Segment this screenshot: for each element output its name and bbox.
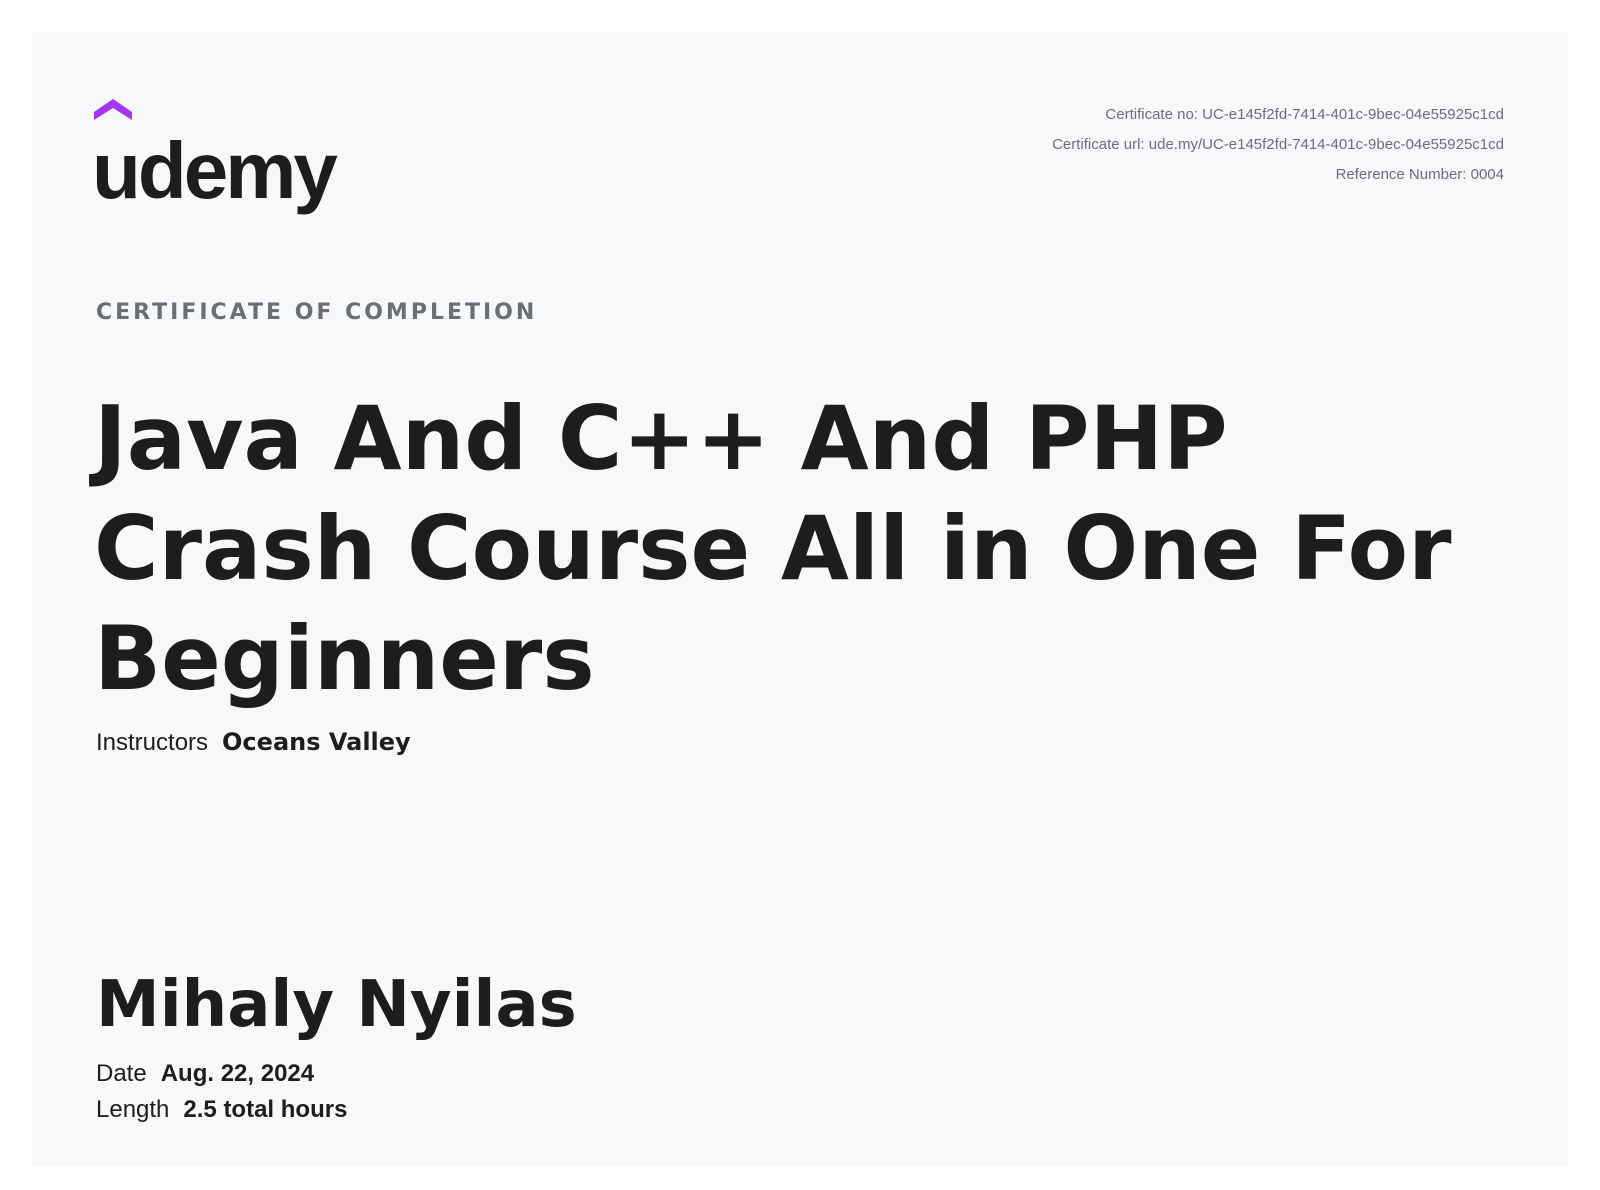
certificate-heading: CERTIFICATE OF COMPLETION <box>96 300 538 325</box>
date-row: Date Aug. 22, 2024 <box>96 1060 314 1088</box>
length-row: Length 2.5 total hours <box>96 1096 347 1124</box>
instructors-label: Instructors <box>96 729 209 756</box>
udemy-logo-icon: udemy <box>94 99 341 215</box>
certificate-card: udemy Certificate no: UC-e145f2fd-7414-4… <box>32 32 1568 1166</box>
reference-number: Reference Number: 0004 <box>1335 166 1504 183</box>
logo-wordmark: udemy <box>94 126 338 215</box>
udemy-logo: udemy <box>94 96 394 216</box>
length-value: 2.5 total hours <box>183 1096 348 1123</box>
length-label: Length <box>96 1096 170 1123</box>
course-title: Java And C++ And PHP Crash Course All in… <box>94 387 1452 710</box>
date-value: Aug. 22, 2024 <box>160 1060 315 1087</box>
certificate-number: Certificate no: UC-e145f2fd-7414-401c-9b… <box>1105 106 1504 123</box>
instructors-value: Oceans Valley <box>222 728 411 756</box>
instructors-row: Instructors Oceans Valley <box>96 728 411 757</box>
date-label: Date <box>96 1060 147 1087</box>
certificate-meta: Certificate no: UC-e145f2fd-7414-401c-9b… <box>1052 100 1504 190</box>
recipient-name: Mihaly Nyilas <box>96 968 577 1042</box>
certificate-url: Certificate url: ude.my/UC-e145f2fd-7414… <box>1052 136 1504 153</box>
